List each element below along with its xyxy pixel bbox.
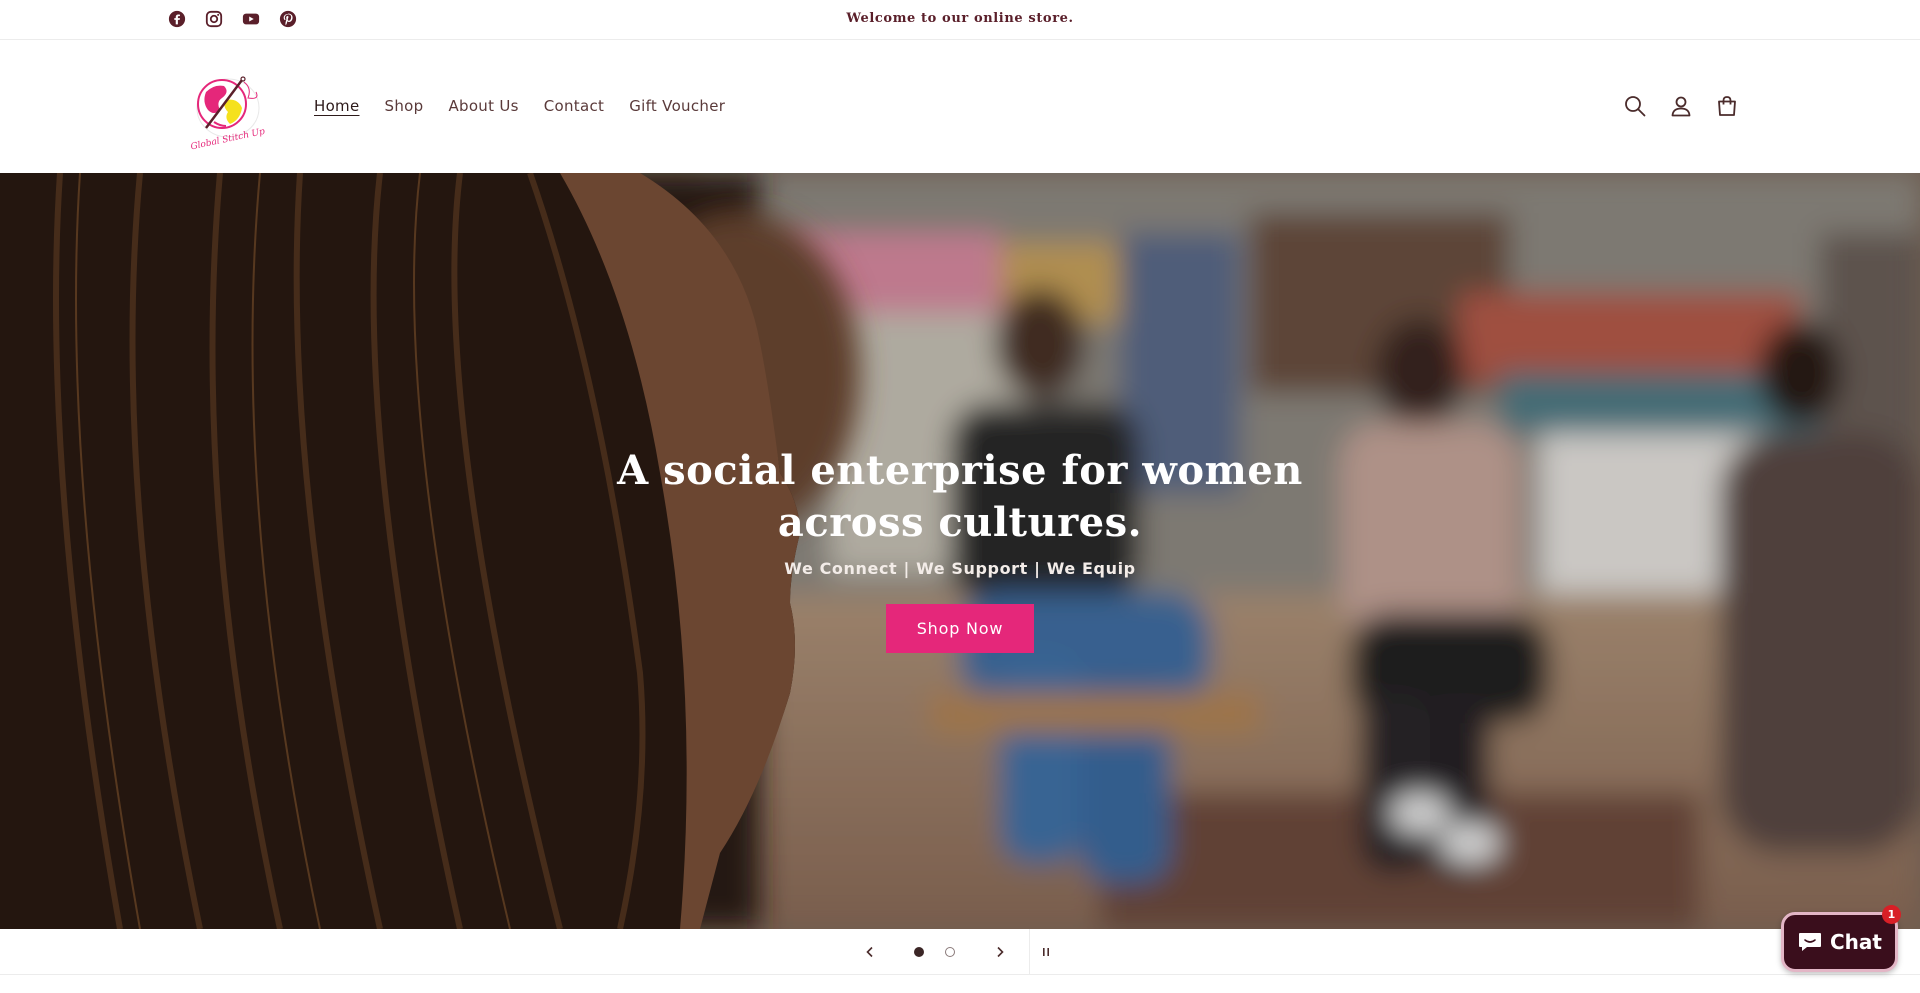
nav-link-about-us[interactable]: About Us — [448, 97, 518, 115]
chat-widget-button[interactable]: Chat — [1781, 912, 1898, 972]
nav-link-contact[interactable]: Contact — [544, 97, 604, 115]
previous-slide-button[interactable] — [860, 942, 880, 962]
search-icon — [1625, 96, 1646, 117]
hero-title-line-1: A social enterprise for women — [617, 447, 1303, 494]
chevron-left-icon — [866, 946, 873, 958]
nav-link-gift-voucher[interactable]: Gift Voucher — [629, 97, 725, 115]
nav-link-home[interactable]: Home — [314, 97, 360, 115]
pause-icon — [1043, 948, 1049, 956]
chat-bubble-icon — [1799, 933, 1821, 951]
chat-label: Chat — [1830, 930, 1882, 954]
main-navigation: Home Shop About Us Contact Gift Voucher — [314, 97, 725, 115]
chat-notification-badge: 1 — [1882, 905, 1901, 924]
site-logo[interactable]: Global Stitch Up — [186, 70, 268, 150]
announcement-bar: Welcome to our online store. — [0, 0, 1920, 40]
slide-dot-1[interactable] — [914, 947, 924, 957]
shop-now-button[interactable]: Shop Now — [886, 604, 1034, 653]
hero-subtitle: We Connect | We Support | We Equip — [784, 559, 1136, 578]
next-slide-button[interactable] — [990, 942, 1010, 962]
header-icons — [1622, 93, 1740, 119]
slideshow-controls — [0, 929, 1920, 975]
search-button[interactable] — [1622, 93, 1648, 119]
pause-slideshow-button[interactable] — [1036, 942, 1056, 962]
nav-link-shop[interactable]: Shop — [385, 97, 424, 115]
hero-content: A social enterprise for women across cul… — [0, 445, 1920, 653]
account-button[interactable] — [1668, 93, 1694, 119]
announcement-text: Welcome to our online store. — [846, 11, 1074, 26]
hero-slideshow: A social enterprise for women across cul… — [0, 173, 1920, 929]
account-icon — [1671, 96, 1691, 117]
controls-divider — [1029, 929, 1030, 975]
cart-icon — [1718, 96, 1736, 116]
slide-dot-2[interactable] — [945, 947, 955, 957]
cart-button[interactable] — [1714, 93, 1740, 119]
hero-title: A social enterprise for women across cul… — [0, 445, 1920, 549]
hero-title-line-2: across cultures. — [777, 499, 1143, 546]
chevron-right-icon — [997, 946, 1004, 958]
svg-text:Global Stitch Up: Global Stitch Up — [190, 127, 266, 150]
site-header: Global Stitch Up Home Shop About Us Cont… — [0, 40, 1920, 173]
